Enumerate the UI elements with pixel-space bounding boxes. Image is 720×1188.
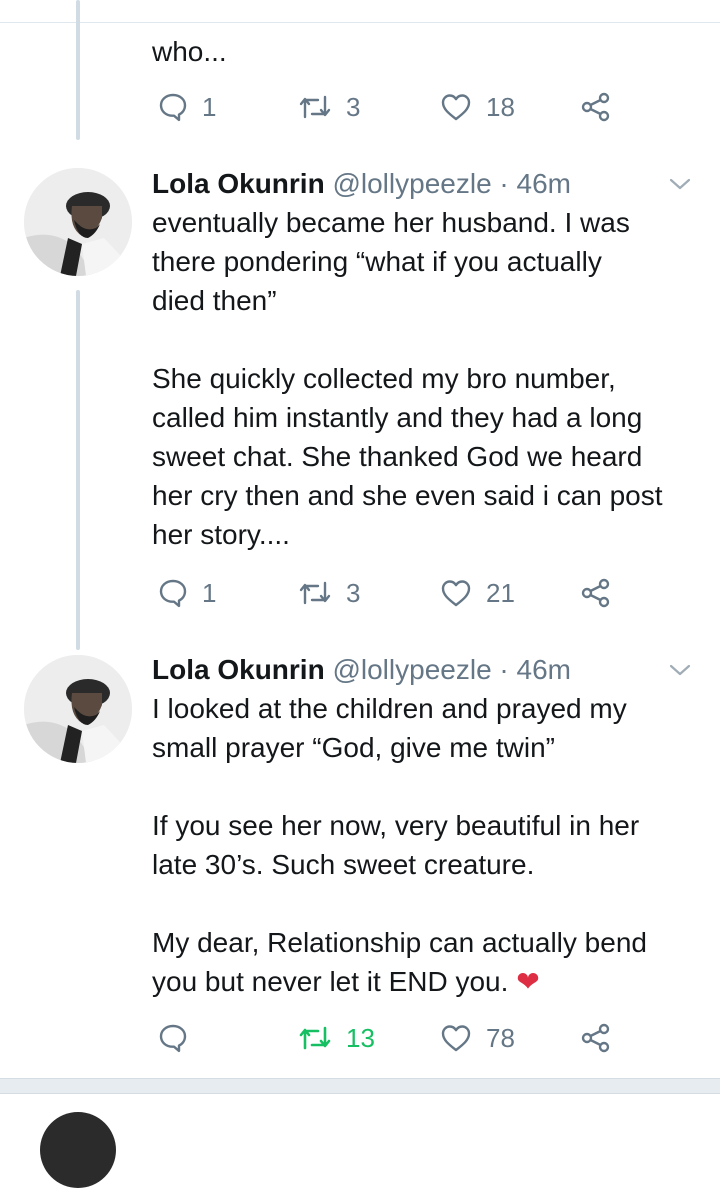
avatar[interactable] [40,1112,116,1188]
share-icon [581,578,610,608]
tweet-header: Lola Okunrin @lollypeezle · 46m [152,653,571,687]
share-button[interactable] [580,573,612,613]
avatar[interactable] [24,655,132,763]
share-button[interactable] [580,1018,612,1058]
retweet-button[interactable]: 3 [298,87,360,127]
retweet-icon [299,581,331,605]
reply-count: 1 [202,577,217,608]
like-count: 18 [486,91,515,122]
reply-button[interactable]: 1 [158,573,216,613]
tweet-text: I looked at the children and prayed my s… [152,689,702,1001]
heart-emoji: ❤ [516,966,540,997]
thread-line [76,0,80,140]
display-name[interactable]: Lola Okunrin [152,168,325,199]
thread-line [76,290,80,650]
top-divider [0,22,720,23]
like-count: 78 [486,1022,515,1053]
tweet-text: who... [152,36,227,67]
chevron-down-icon[interactable] [668,658,692,682]
like-button[interactable]: 78 [440,1018,515,1058]
like-button[interactable]: 18 [440,87,515,127]
retweet-count: 3 [346,91,361,122]
reply-icon [159,1024,187,1053]
like-icon [441,94,471,121]
retweet-button[interactable]: 3 [298,573,360,613]
retweet-count: 3 [346,577,361,608]
share-icon [581,92,610,122]
like-icon [441,580,471,607]
like-count: 21 [486,577,515,608]
timestamp[interactable]: 46m [517,168,571,199]
tweet-text: eventually became her husband. I was the… [152,207,663,550]
separator: · [499,654,509,685]
retweet-icon [299,1026,331,1050]
handle[interactable]: @lollypeezle [332,168,491,199]
handle[interactable]: @lollypeezle [332,654,491,685]
reply-icon [159,93,187,122]
display-name[interactable]: Lola Okunrin [152,654,325,685]
chevron-down-icon[interactable] [668,172,692,196]
share-button[interactable] [580,87,612,127]
reply-count: 1 [202,91,217,122]
avatar[interactable] [24,168,132,276]
retweet-count: 13 [346,1022,375,1053]
retweet-button[interactable]: 13 [298,1018,375,1058]
reply-button[interactable] [158,1018,202,1058]
tweet-header: Lola Okunrin @lollypeezle · 46m [152,167,571,201]
like-icon [441,1025,471,1052]
section-divider [0,1078,720,1094]
retweet-icon [299,95,331,119]
timestamp[interactable]: 46m [517,654,571,685]
reply-icon [159,579,187,608]
tweet-body: I looked at the children and prayed my s… [152,693,647,997]
share-icon [581,1023,610,1053]
separator: · [499,168,509,199]
reply-button[interactable]: 1 [158,87,216,127]
like-button[interactable]: 21 [440,573,515,613]
